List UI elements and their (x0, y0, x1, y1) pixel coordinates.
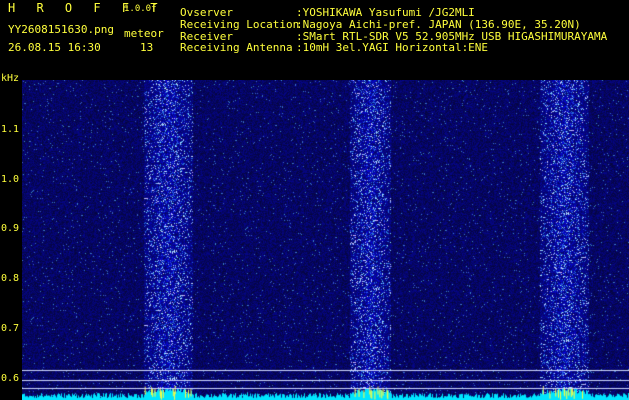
info-value-observer: :YOSHIKAWA Yasufumi /JG2MLI (296, 6, 475, 19)
info-key-location: Receiving Location (180, 18, 300, 31)
y-axis-unit: kHz (1, 73, 20, 84)
info-key-observer: Ovserver (180, 6, 233, 19)
count-label: 13 (140, 41, 154, 54)
y-tick-label: 1.0 (1, 174, 20, 185)
y-tick-label: 0.8 (1, 273, 20, 284)
y-tick-label: 0.9 (1, 223, 20, 234)
filename-label: YY2608151630.png (8, 23, 114, 36)
version-label: 1.0.0f (124, 4, 157, 14)
y-tick-label: 0.6 (1, 373, 20, 384)
y-tick-label: 0.7 (1, 323, 20, 334)
info-value-location: :Nagoya Aichi-pref. JAPAN (136.90E, 35.2… (296, 18, 581, 31)
info-key-antenna: Receiving Antenna (180, 41, 293, 54)
type-label: meteor (124, 27, 164, 40)
datetime-label: 26.08.15 16:30 (8, 41, 101, 54)
info-value-antenna: :10mH 3el.YAGI Horizontal:ENE (296, 41, 489, 54)
y-tick-label: 1.1 (1, 124, 20, 135)
spectrogram-canvas (22, 80, 629, 400)
